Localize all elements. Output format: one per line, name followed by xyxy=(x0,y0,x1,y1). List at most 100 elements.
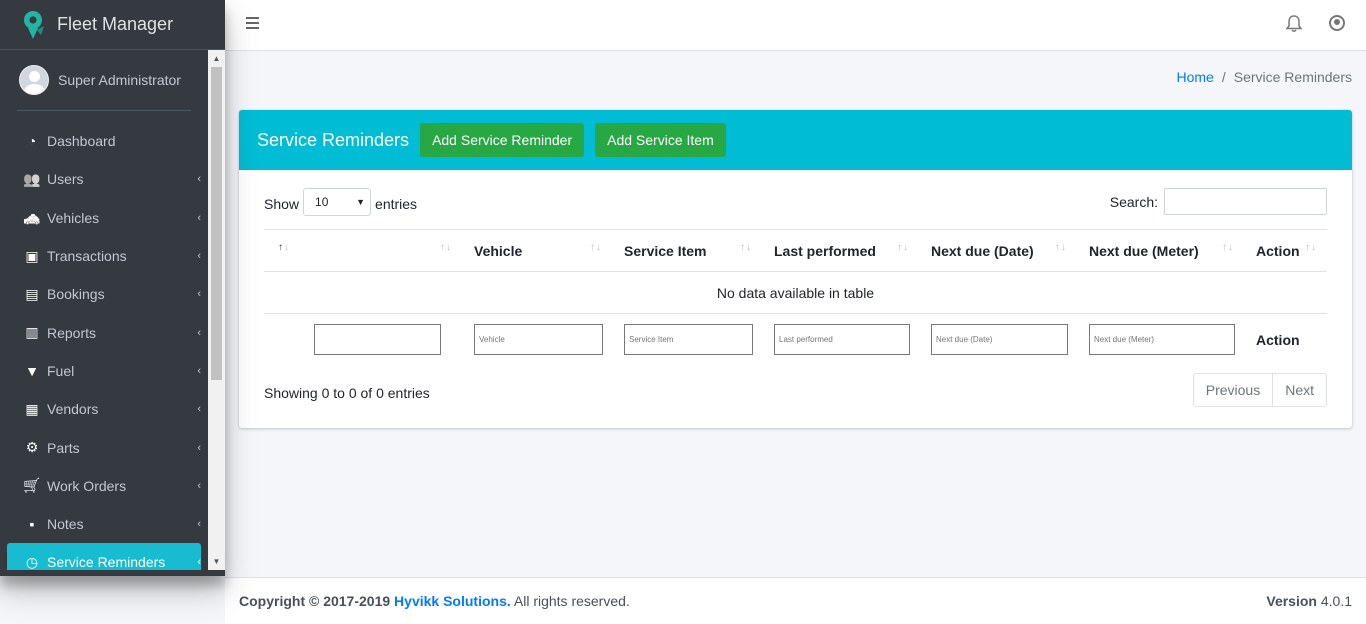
chevron-left-icon: ‹ xyxy=(197,326,201,339)
column-header-blank[interactable]: ↑↓ xyxy=(314,229,462,272)
filter-cell xyxy=(919,314,1077,366)
logo-icon xyxy=(22,10,46,40)
search-label: Search: xyxy=(1109,193,1158,210)
scroll-thumb[interactable] xyxy=(211,67,222,380)
app-title: Fleet Manager xyxy=(57,14,174,34)
sidebar-item-label: Users xyxy=(47,171,84,188)
sidebar: Fleet Manager Super Administrator ◔ Dashb… xyxy=(0,0,225,576)
users-icon: 👥 xyxy=(23,170,41,187)
sidebar-item-label: Dashboard xyxy=(47,133,116,150)
sort-icon: ↑↓ xyxy=(590,242,602,253)
sidebar-item-label: Notes xyxy=(47,516,84,533)
filter-input-next-due-date[interactable] xyxy=(931,324,1068,356)
sidebar-nav: ◔ Dashboard 👥 Users ‹ 🚕 Vehicles ‹ ▣ Transactions… xyxy=(0,122,208,570)
sort-icon: ↑↓ xyxy=(1222,242,1234,253)
card-header: Service Reminders Add Service Reminder A… xyxy=(239,110,1352,170)
sidebar-item-users[interactable]: 👥 Users ‹ xyxy=(7,160,201,198)
column-header-next-due-meter[interactable]: Next due (Meter) ↑↓ xyxy=(1077,229,1244,272)
filter-input-next-due-meter[interactable] xyxy=(1089,324,1235,356)
column-header-checkbox[interactable]: ↑↓ xyxy=(264,229,314,272)
search-input[interactable] xyxy=(1164,188,1327,215)
add-service-item-button[interactable]: Add Service Item xyxy=(595,123,726,157)
chevron-left-icon: ‹ xyxy=(197,250,201,263)
sidebar-scroll-area: Super Administrator ◔ Dashboard 👥 Users ‹ 🚕 Ve… xyxy=(0,50,208,570)
hamburger-menu-icon[interactable] xyxy=(246,17,259,29)
sidebar-item-label: Parts xyxy=(47,439,80,456)
chevron-left-icon: ‹ xyxy=(197,403,201,416)
avatar xyxy=(19,65,49,95)
breadcrumb-separator: / xyxy=(1221,69,1226,85)
table-row: No data available in table xyxy=(264,271,1327,314)
sort-icon: ↑↓ xyxy=(278,242,290,253)
page-length-select[interactable]: 10 ▼ xyxy=(303,188,372,216)
column-header-next-due-date[interactable]: Next due (Date) ↑↓ xyxy=(919,229,1077,272)
filter-input-last-performed[interactable] xyxy=(774,324,910,356)
sort-icon: ↑↓ xyxy=(897,242,909,253)
sidebar-item-work-orders[interactable]: 🛒 Work Orders ‹ xyxy=(7,467,201,505)
add-service-reminder-button[interactable]: Add Service Reminder xyxy=(420,123,585,157)
bell-icon[interactable] xyxy=(1285,15,1303,33)
filter-cell xyxy=(762,314,919,366)
chevron-left-icon: ‹ xyxy=(197,441,201,454)
sidebar-item-service-reminders[interactable]: ◷ Service Reminders ‹ xyxy=(7,543,201,570)
column-header-last-performed[interactable]: Last performed ↑↓ xyxy=(762,229,919,272)
sidebar-scrollbar[interactable]: ▲ ▼ xyxy=(208,50,225,570)
column-header-action[interactable]: Action ↑↓ xyxy=(1244,229,1327,272)
chevron-left-icon: ‹ xyxy=(197,173,201,186)
sidebar-item-vendors[interactable]: ▦ Vendors ‹ xyxy=(7,390,201,428)
sidebar-item-reports[interactable]: ▥ Reports ‹ xyxy=(7,313,201,351)
sidebar-item-parts[interactable]: ⚙ Parts ‹ xyxy=(7,428,201,466)
chevron-left-icon: ‹ xyxy=(197,288,201,301)
column-header-vehicle[interactable]: Vehicle ↑↓ xyxy=(462,229,612,272)
sidebar-item-label: Reports xyxy=(47,324,97,341)
breadcrumb: Home / Service Reminders xyxy=(1176,69,1352,85)
scroll-down-arrow-icon[interactable]: ▼ xyxy=(208,553,225,570)
scroll-up-arrow-icon[interactable]: ▲ xyxy=(208,50,225,67)
show-label: Show xyxy=(264,196,300,212)
company-link[interactable]: Hyvikk Solutions. xyxy=(394,593,511,609)
sort-icon: ↑↓ xyxy=(440,242,452,253)
version-number: 4.0.1 xyxy=(1320,593,1352,609)
sidebar-item-dashboard[interactable]: ◔ Dashboard xyxy=(7,122,201,160)
version-label: Version xyxy=(1266,593,1317,609)
sidebar-item-fuel[interactable]: ▼ Fuel ‹ xyxy=(7,352,201,390)
service-reminders-card: Service Reminders Add Service Reminder A… xyxy=(239,110,1352,428)
gears-icon: ⚙ xyxy=(25,439,39,456)
sidebar-item-label: Vendors xyxy=(47,401,99,418)
filter-cell xyxy=(314,314,462,366)
service-reminders-table: ↑↓ ↑↓ Vehicle ↑↓ Service Item ↑↓ Last perf… xyxy=(264,229,1327,366)
breadcrumb-home-link[interactable]: Home xyxy=(1176,69,1213,85)
filter-input-blank[interactable] xyxy=(314,324,441,356)
version: Version 4.0.1 xyxy=(1266,593,1352,609)
next-page-button[interactable]: Next xyxy=(1272,374,1326,406)
table-info: Showing 0 to 0 of 0 entries xyxy=(264,385,430,401)
entries-label: entries xyxy=(375,196,418,212)
sort-icon: ↑↓ xyxy=(740,242,752,253)
sidebar-item-transactions[interactable]: ▣ Transactions ‹ xyxy=(7,237,201,275)
footer: Copyright © 2017-2019 Hyvikk Solutions. … xyxy=(225,577,1366,624)
sidebar-item-notes[interactable]: ▪ Notes ‹ xyxy=(7,505,201,543)
rights-text: All rights reserved. xyxy=(510,593,630,609)
cart-icon: 🛒 xyxy=(23,477,41,494)
sidebar-item-label: Fuel xyxy=(47,362,75,379)
brand[interactable]: Fleet Manager xyxy=(0,0,225,50)
sidebar-item-vehicles[interactable]: 🚕 Vehicles ‹ xyxy=(7,199,201,237)
clock-icon: ◷ xyxy=(25,553,39,570)
sticky-note-icon: ▪ xyxy=(29,516,35,533)
page-length-value: 10 xyxy=(315,195,329,209)
column-header-service-item[interactable]: Service Item ↑↓ xyxy=(612,229,762,272)
table-header-row: ↑↓ ↑↓ Vehicle ↑↓ Service Item ↑↓ Last perf… xyxy=(264,229,1327,272)
chevron-left-icon: ‹ xyxy=(197,518,201,531)
select-caret-icon: ▼ xyxy=(356,197,366,207)
filter-cell xyxy=(462,314,612,366)
filter-input-service-item[interactable] xyxy=(624,324,753,356)
book-icon: ▥ xyxy=(25,324,39,341)
filter-input-vehicle[interactable] xyxy=(474,324,603,356)
page-length-control: Show 10 ▼ entries xyxy=(264,188,418,216)
sidebar-item-bookings[interactable]: ▤ Bookings ‹ xyxy=(7,275,201,313)
user-panel[interactable]: Super Administrator xyxy=(17,50,191,111)
previous-page-button[interactable]: Previous xyxy=(1194,374,1272,406)
sort-icon: ↑↓ xyxy=(1305,242,1317,253)
pagination: Previous Next xyxy=(1192,373,1327,407)
user-account-icon[interactable] xyxy=(1329,15,1345,31)
